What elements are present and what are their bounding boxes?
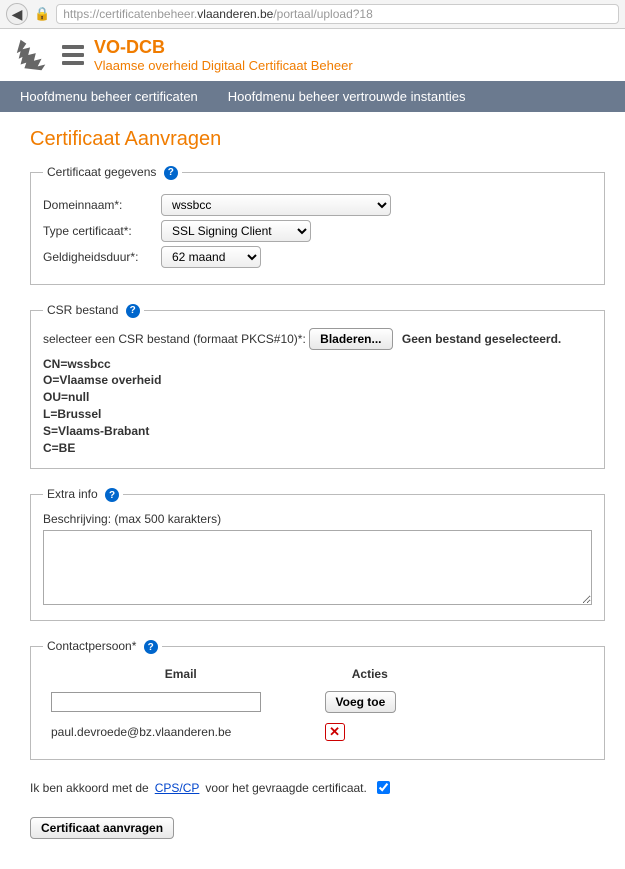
lock-icon: 🔒	[34, 6, 50, 22]
contact-existing-row: paul.devroede@bz.vlaanderen.be ✕	[45, 719, 421, 745]
legend-contact: Contactpersoon*	[47, 639, 136, 653]
back-button[interactable]: ◀	[6, 3, 28, 25]
hamburger-icon[interactable]	[62, 45, 84, 65]
description-textarea[interactable]	[43, 530, 592, 605]
help-icon[interactable]: ?	[164, 166, 178, 180]
contact-new-row: Voeg toe	[45, 687, 421, 717]
nav-item-certificates[interactable]: Hoofdmenu beheer certificaten	[20, 89, 198, 104]
submit-button[interactable]: Certificaat aanvragen	[30, 817, 174, 839]
legend-csr: CSR bestand	[47, 303, 118, 317]
csr-s: S=Vlaams-Brabant	[43, 423, 592, 440]
contact-email: paul.devroede@bz.vlaanderen.be	[45, 719, 317, 745]
col-email: Email	[45, 666, 317, 685]
csr-l: L=Brussel	[43, 406, 592, 423]
url-path: /portaal/upload?18	[273, 7, 372, 21]
app-name: VO-DCB	[94, 37, 353, 58]
col-actions: Acties	[319, 666, 421, 685]
legend-cert: Certificaat gegevens	[47, 165, 156, 179]
help-icon[interactable]: ?	[105, 488, 119, 502]
main-nav: Hoofdmenu beheer certificaten Hoofdmenu …	[0, 81, 625, 112]
flanders-lion-logo	[12, 35, 52, 75]
help-icon[interactable]: ?	[126, 304, 140, 318]
agree-prefix: Ik ben akkoord met de	[30, 781, 149, 795]
page-title: Certificaat Aanvragen	[30, 128, 605, 151]
app-subtitle: Vlaamse overheid Digitaal Certificaat Be…	[94, 58, 353, 73]
help-icon[interactable]: ?	[144, 640, 158, 654]
section-contact: Contactpersoon* ? Email Acties Voeg toe …	[30, 639, 605, 760]
no-file-label: Geen bestand geselecteerd.	[402, 332, 561, 346]
csr-c: C=BE	[43, 440, 592, 457]
delete-contact-button[interactable]: ✕	[325, 723, 345, 741]
legend-extra: Extra info	[47, 487, 98, 501]
app-header: VO-DCB Vlaamse overheid Digitaal Certifi…	[0, 29, 625, 81]
type-select[interactable]: SSL Signing Client	[161, 220, 311, 242]
email-input[interactable]	[51, 692, 261, 712]
description-label: Beschrijving: (max 500 karakters)	[43, 512, 592, 526]
section-csr: CSR bestand ? selecteer een CSR bestand …	[30, 303, 605, 470]
duration-select[interactable]: 62 maand	[161, 246, 261, 268]
section-certificate-data: Certificaat gegevens ? Domeinnaam*: wssb…	[30, 165, 605, 285]
type-label: Type certificaat*:	[43, 224, 153, 238]
url-prefix: https://certificatenbeheer.	[63, 7, 197, 21]
csr-instruction: selecteer een CSR bestand (formaat PKCS#…	[43, 332, 306, 346]
agree-suffix: voor het gevraagde certificaat.	[205, 781, 366, 795]
domain-label: Domeinnaam*:	[43, 198, 153, 212]
browser-url-bar: ◀ 🔒 https://certificatenbeheer.vlaandere…	[0, 0, 625, 29]
url-field[interactable]: https://certificatenbeheer.vlaanderen.be…	[56, 4, 619, 24]
url-domain: vlaanderen.be	[197, 7, 273, 21]
add-contact-button[interactable]: Voeg toe	[325, 691, 397, 713]
agree-checkbox[interactable]	[377, 781, 390, 794]
domain-select[interactable]: wssbcc	[161, 194, 391, 216]
csr-o: O=Vlaamse overheid	[43, 372, 592, 389]
section-extra-info: Extra info ? Beschrijving: (max 500 kara…	[30, 487, 605, 621]
cps-cp-link[interactable]: CPS/CP	[155, 781, 200, 795]
duration-label: Geldigheidsduur*:	[43, 250, 153, 264]
csr-ou: OU=null	[43, 389, 592, 406]
browse-button[interactable]: Bladeren...	[309, 328, 392, 350]
nav-item-trusted[interactable]: Hoofdmenu beheer vertrouwde instanties	[228, 89, 466, 104]
csr-cn: CN=wssbcc	[43, 356, 592, 373]
